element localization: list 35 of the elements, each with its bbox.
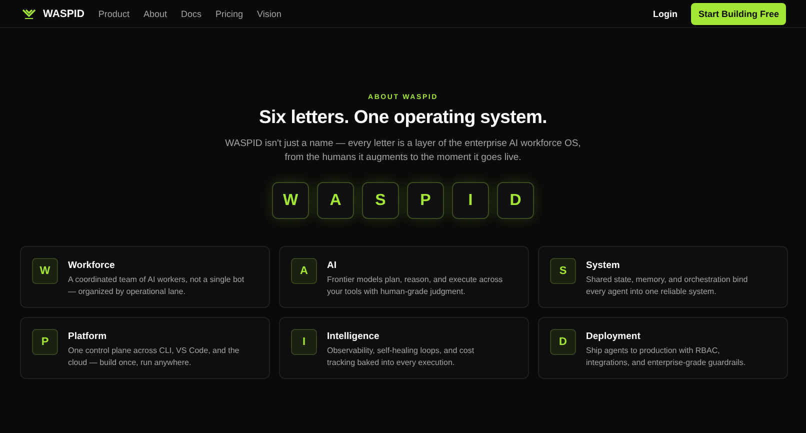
card-title: Deployment xyxy=(586,331,642,342)
card-description: Frontier models plan, reason, and execute across your tools with human-grade judgment. xyxy=(327,274,503,298)
letter-badge: I xyxy=(291,329,317,355)
card-description: Shared state, memory, and orchestration bind every agent into one reliable system. xyxy=(586,274,748,298)
letter-tile: S xyxy=(362,182,399,219)
section-title: Six letters. One operating system. xyxy=(259,106,547,128)
letter-badge: S xyxy=(550,258,576,284)
start-building-button[interactable]: Start Building Free xyxy=(691,2,786,24)
letter-badge: D xyxy=(550,329,576,355)
nav-link[interactable]: Product xyxy=(98,8,130,18)
letter-badge: P xyxy=(32,329,58,355)
letter-tile: I xyxy=(452,182,489,219)
card-title: Workforce xyxy=(68,260,116,271)
card-title: AI xyxy=(327,260,338,271)
card-description: A coordinated team of AI workers, not a single bot — organized by operational lane. xyxy=(68,274,244,298)
card-description: One control plane across CLI, VS Code, and the cloud — build once, run anywhere. xyxy=(68,345,240,369)
login-link[interactable]: Login xyxy=(652,8,678,18)
nav-link[interactable]: Vision xyxy=(257,8,282,18)
section-subtitle: WASPID isn't just a name — every letter is a layer of the enterprise AI workforce OS, from the humans it augments to the moment it goes live. xyxy=(225,137,581,165)
card-description: Ship agents to production with RBAC, integrations, and enterprise-grade guardrails. xyxy=(586,345,746,369)
card-title: System xyxy=(586,260,621,271)
nav-link[interactable]: Pricing xyxy=(216,8,244,18)
brand-name[interactable]: WASPID xyxy=(43,8,84,20)
letter-badge: W xyxy=(32,258,58,284)
card-title: Intelligence xyxy=(327,331,380,342)
letter-tile: W xyxy=(272,182,309,219)
letter-tile: P xyxy=(407,182,444,219)
nav-link[interactable]: About xyxy=(143,8,167,18)
letter-tile: D xyxy=(497,182,534,219)
nav-link[interactable]: Docs xyxy=(180,8,202,18)
card-title: Platform xyxy=(68,331,108,342)
letter-badge: A xyxy=(291,258,317,284)
card-description: Observability, self-healing loops, and cost tracking baked into every execution. xyxy=(327,345,474,369)
logo-icon xyxy=(22,8,36,20)
letter-tile: A xyxy=(317,182,354,219)
